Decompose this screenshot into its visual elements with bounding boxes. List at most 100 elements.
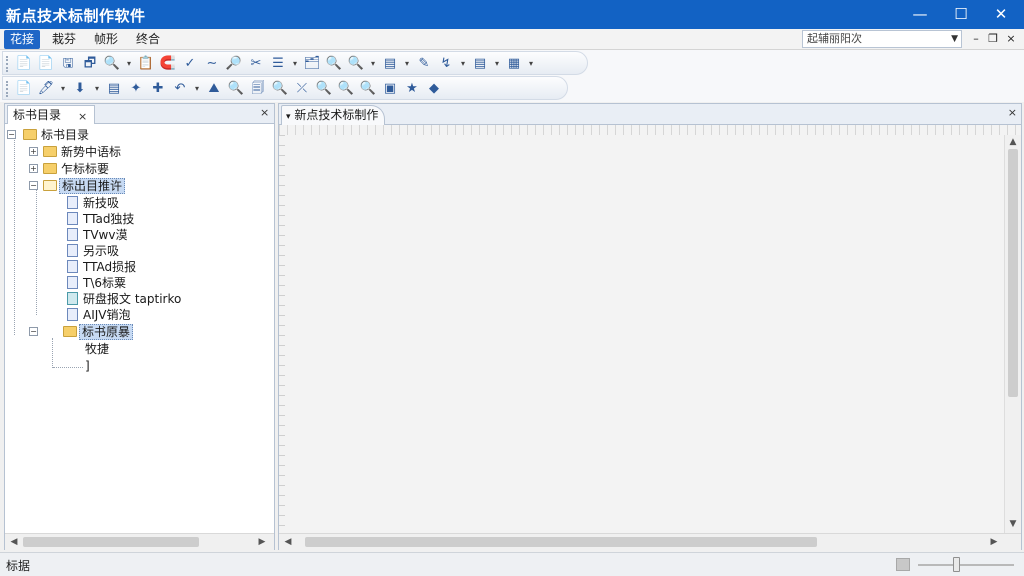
toolbar1-button-24[interactable]: ▤ <box>471 55 489 73</box>
menu-item-4[interactable]: 终合 <box>130 30 166 49</box>
collapse-icon[interactable]: − <box>29 327 38 336</box>
toolbar1-button-12[interactable]: ✂ <box>247 55 265 73</box>
document-vscroll[interactable]: ▲ ▼ <box>1004 135 1021 533</box>
document-close-icon[interactable]: × <box>1008 106 1017 119</box>
mdi-minimize-button[interactable]: – <box>968 31 984 47</box>
toolbar2-button-14[interactable]: 🔍 <box>271 80 289 98</box>
catalog-hscroll[interactable]: ◀ ▶ <box>5 533 274 550</box>
panel-close-icon[interactable]: × <box>260 106 269 119</box>
scroll-left-icon[interactable]: ◀ <box>7 535 21 549</box>
tab-catalog[interactable]: 标书目录 × <box>7 105 95 124</box>
dropdown-arrow-icon[interactable]: ▾ <box>493 55 501 73</box>
dropdown-arrow-icon[interactable]: ▾ <box>459 55 467 73</box>
toolbar2-button-16[interactable]: 🔍 <box>315 80 333 98</box>
document-canvas[interactable] <box>285 135 1004 533</box>
toolbar1-button-11[interactable]: 🔎 <box>225 55 243 73</box>
zoom-slider-track[interactable] <box>918 564 1014 566</box>
toolbar2-button-4[interactable]: ⬇ <box>71 80 89 98</box>
tree-item[interactable]: TTad独技 <box>67 211 136 227</box>
close-button[interactable]: ✕ <box>980 0 1022 29</box>
dropdown-arrow-icon[interactable]: ▾ <box>403 55 411 73</box>
dropdown-arrow-icon[interactable]: ▾ <box>93 80 101 98</box>
toolbar1-button-1[interactable]: 📄 <box>15 55 33 73</box>
toolbar1-button-3[interactable]: 🖫 <box>59 55 77 73</box>
toolbar1-button-2[interactable]: 📄 <box>37 55 55 73</box>
tree-item[interactable]: TVwv漠 <box>67 227 129 243</box>
collapse-icon[interactable]: − <box>7 130 16 139</box>
toolbar1-button-5[interactable]: 🔍 <box>103 55 121 73</box>
tree-item[interactable]: ] <box>83 358 92 374</box>
scroll-left-icon[interactable]: ◀ <box>281 535 295 549</box>
mdi-restore-button[interactable]: ❐ <box>985 31 1001 47</box>
toolbar1-button-15[interactable]: 🗂 <box>303 55 321 73</box>
collapse-icon[interactable]: − <box>29 181 38 190</box>
toolbar2-button-2[interactable]: 🖊 <box>37 80 55 98</box>
tree-item-label: 新技吸 <box>83 196 120 210</box>
toolbar2-button-15[interactable]: ⤫ <box>293 80 311 98</box>
scroll-up-icon[interactable]: ▲ <box>1006 135 1020 149</box>
zoom-button[interactable] <box>896 558 910 571</box>
toolbar2-button-7[interactable]: ✦ <box>127 80 145 98</box>
scroll-right-icon[interactable]: ▶ <box>987 535 1001 549</box>
toolbar1-button-17[interactable]: 🔍 <box>347 55 365 73</box>
toolbar1-button-19[interactable]: ▤ <box>381 55 399 73</box>
expand-icon[interactable]: + <box>29 164 38 173</box>
zoom-slider-knob[interactable] <box>953 557 961 572</box>
scroll-thumb[interactable] <box>23 537 199 547</box>
toolbar-grip[interactable] <box>6 56 9 72</box>
toolbar2-button-1[interactable]: 📄 <box>15 80 33 98</box>
tree-item[interactable]: TTAd损报 <box>67 259 138 275</box>
minimize-button[interactable]: — <box>899 0 941 29</box>
tab-document[interactable]: ▾ 新点技术标制作 <box>281 105 385 125</box>
toolbar2-button-21[interactable]: ◆ <box>425 80 443 98</box>
toolbar1-button-13[interactable]: ☰ <box>269 55 287 73</box>
scroll-thumb[interactable] <box>305 537 817 547</box>
dropdown-arrow-icon[interactable]: ▾ <box>193 80 201 98</box>
menu-item-2[interactable]: 栽芬 <box>46 30 82 49</box>
tree-item[interactable]: AIJV销泡 <box>67 307 133 323</box>
menu-item-3[interactable]: 帧形 <box>88 30 124 49</box>
toolbar2-button-11[interactable]: ⛰ <box>205 80 223 98</box>
menu-item-1[interactable]: 花接 <box>4 30 41 49</box>
toolbar1-button-7[interactable]: 📋 <box>137 55 155 73</box>
document-hscroll[interactable]: ◀ ▶ <box>279 533 1021 550</box>
toolbar2-button-9[interactable]: ↶ <box>171 80 189 98</box>
tree-item[interactable]: 牧捷 <box>83 341 111 357</box>
toolbar1-button-21[interactable]: ✎ <box>415 55 433 73</box>
tree-item[interactable]: 新技吸 <box>67 195 121 211</box>
toolbar2-button-12[interactable]: 🔍 <box>227 80 245 98</box>
tree-item[interactable]: T\6标粟 <box>67 275 128 291</box>
toolbar1-button-9[interactable]: ✓ <box>181 55 199 73</box>
tab-close-icon[interactable]: × <box>78 108 87 126</box>
scroll-down-icon[interactable]: ▼ <box>1006 517 1020 531</box>
toolbar1-button-22[interactable]: ↯ <box>437 55 455 73</box>
scroll-thumb[interactable] <box>1008 149 1018 397</box>
scroll-right-icon[interactable]: ▶ <box>255 535 269 549</box>
toolbar2-button-8[interactable]: ✚ <box>149 80 167 98</box>
toolbar2-button-6[interactable]: ▤ <box>105 80 123 98</box>
tree-item[interactable]: 另示吸 <box>67 243 121 259</box>
toolbar2-button-17[interactable]: 🔍 <box>337 80 355 98</box>
toolbar-grip[interactable] <box>6 81 9 97</box>
toolbar2-button-13[interactable]: 🗐 <box>249 80 267 98</box>
dropdown-arrow-icon[interactable]: ▾ <box>125 55 133 73</box>
dropdown-arrow-icon[interactable]: ▾ <box>59 80 67 98</box>
toolbar1-button-16[interactable]: 🔍 <box>325 55 343 73</box>
chevron-down-icon[interactable]: ▼ <box>951 31 958 47</box>
toolbar2-button-20[interactable]: ★ <box>403 80 421 98</box>
tree-item-label: 研盘报文 taptirko <box>83 292 182 306</box>
toolbar2-button-19[interactable]: ▣ <box>381 80 399 98</box>
toolbar1-button-26[interactable]: ▦ <box>505 55 523 73</box>
dropdown-arrow-icon[interactable]: ▾ <box>527 55 535 73</box>
toolbar1-button-10[interactable]: ∼ <box>203 55 221 73</box>
tree-item[interactable]: 研盘报文 taptirko <box>67 291 183 307</box>
toolbar2-button-18[interactable]: 🔍 <box>359 80 377 98</box>
dropdown-arrow-icon[interactable]: ▾ <box>369 55 377 73</box>
expand-icon[interactable]: + <box>29 147 38 156</box>
toolbar1-button-8[interactable]: 🧲 <box>159 55 177 73</box>
toolbar1-button-4[interactable]: 🗗 <box>81 55 99 73</box>
maximize-button[interactable]: ☐ <box>940 0 982 29</box>
mdi-close-button[interactable]: × <box>1003 31 1019 47</box>
dropdown-arrow-icon[interactable]: ▾ <box>291 55 299 73</box>
style-combo[interactable]: 起辅丽阳次 ▼ <box>802 30 962 48</box>
